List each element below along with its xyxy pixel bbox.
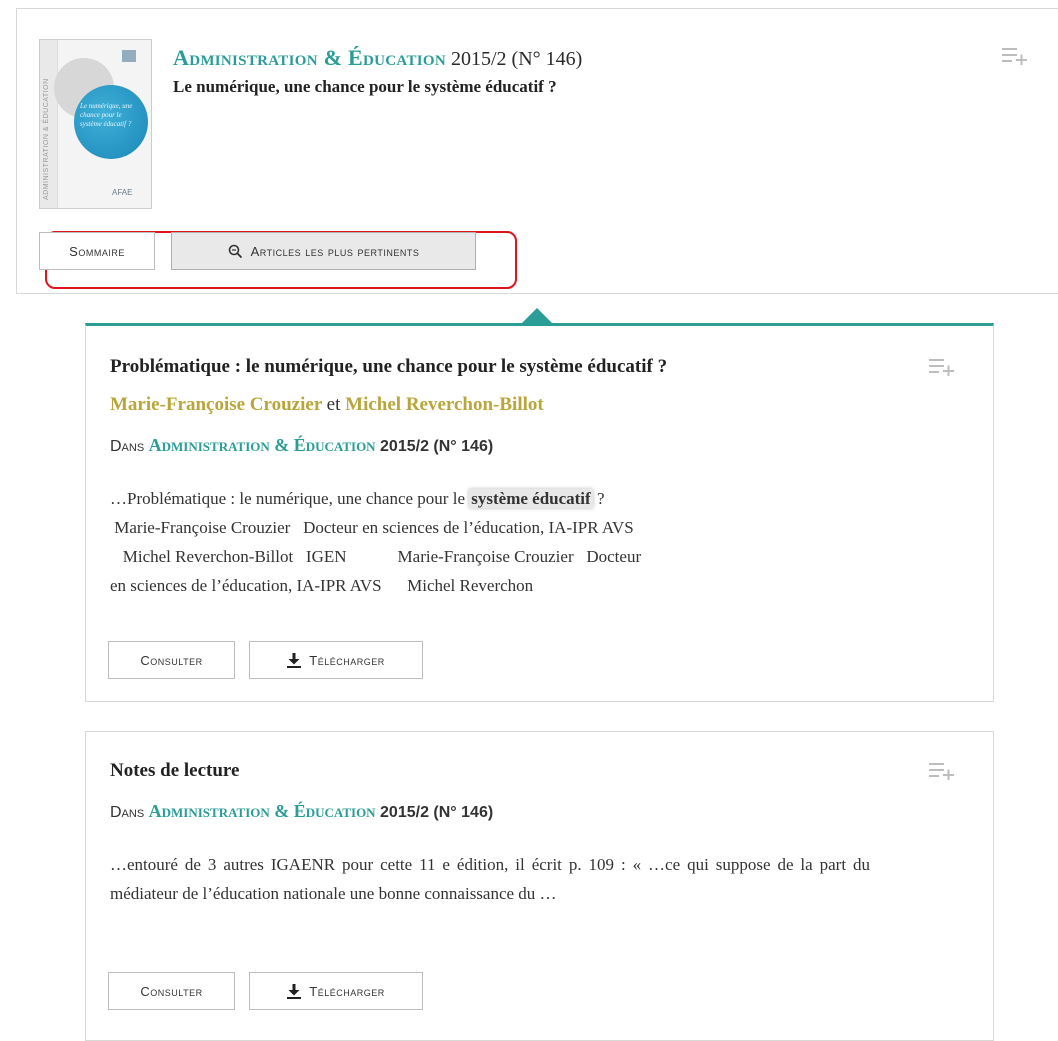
journal-name-link[interactable]: Administration & Éducation — [149, 801, 376, 821]
authors-separator: et — [326, 394, 341, 415]
in-label: Dans — [110, 438, 145, 455]
download-label: Télécharger — [309, 983, 385, 999]
journal-name-link[interactable]: Administration & Éducation — [173, 45, 446, 70]
sommaire-button[interactable]: Sommaire — [39, 232, 155, 270]
author-link[interactable]: Michel Reverchon-Billot — [345, 394, 544, 415]
cover-spine-text: ADMINISTRATION & ÉDUCATION — [43, 78, 50, 200]
cover-title-text: Le numérique, une chance pour le système… — [80, 102, 133, 128]
consult-label: Consulter — [140, 983, 203, 999]
zoom-search-icon — [228, 244, 243, 259]
consult-button[interactable]: Consulter — [108, 641, 235, 679]
article-excerpt: …Problématique : le numérique, une chanc… — [110, 484, 890, 600]
download-label: Télécharger — [309, 652, 385, 668]
add-to-list-icon[interactable] — [929, 358, 955, 376]
issue-number: 2015/2 (N° 146) — [451, 48, 583, 70]
journal-name-link[interactable]: Administration & Éducation — [149, 435, 376, 455]
article-source: Dans Administration & Éducation 2015/2 (… — [110, 801, 493, 822]
sommaire-label: Sommaire — [69, 243, 125, 259]
article-title[interactable]: Notes de lecture — [110, 760, 239, 782]
result-card: Notes de lecture Dans Administration & É… — [85, 731, 994, 1041]
article-excerpt: …entouré de 3 autres IGAENR pour cette 1… — [110, 855, 870, 903]
panel-pointer-arrow — [521, 308, 553, 324]
article-authors: Marie-Françoise Crouzier et Michel Rever… — [110, 394, 544, 416]
result-card: Problématique : le numérique, une chance… — [85, 323, 994, 702]
consult-button[interactable]: Consulter — [108, 972, 235, 1010]
relevant-articles-label: Articles les plus pertinents — [250, 243, 420, 259]
issue-number: 2015/2 (N° 146) — [380, 438, 494, 455]
relevant-articles-button[interactable]: Articles les plus pertinents — [171, 232, 476, 270]
add-to-list-icon[interactable] — [1002, 47, 1028, 65]
download-icon — [287, 652, 302, 668]
download-button[interactable]: Télécharger — [249, 972, 423, 1010]
issue-title[interactable]: Le numérique, une chance pour le système… — [173, 77, 557, 97]
issue-card: ADMINISTRATION & ÉDUCATION Le numérique,… — [16, 8, 1058, 294]
issue-heading: Administration & Éducation 2015/2 (N° 14… — [173, 45, 582, 72]
download-button[interactable]: Télécharger — [249, 641, 423, 679]
search-highlight: système éducatif — [469, 489, 593, 508]
author-link[interactable]: Marie-Françoise Crouzier — [110, 394, 322, 415]
cover-top-mark — [122, 50, 136, 62]
article-title[interactable]: Problématique : le numérique, une chance… — [110, 356, 667, 378]
consult-label: Consulter — [140, 652, 203, 668]
add-to-list-icon[interactable] — [929, 762, 955, 780]
cover-spine: ADMINISTRATION & ÉDUCATION — [40, 40, 58, 208]
excerpt-text: …Problématique : le numérique, une chanc… — [110, 489, 470, 508]
issue-number: 2015/2 (N° 146) — [380, 804, 494, 821]
issue-cover-image[interactable]: ADMINISTRATION & ÉDUCATION Le numérique,… — [39, 39, 152, 209]
in-label: Dans — [110, 804, 145, 821]
cover-logo: AFAE — [112, 188, 133, 197]
download-icon — [287, 983, 302, 999]
article-source: Dans Administration & Éducation 2015/2 (… — [110, 435, 493, 456]
